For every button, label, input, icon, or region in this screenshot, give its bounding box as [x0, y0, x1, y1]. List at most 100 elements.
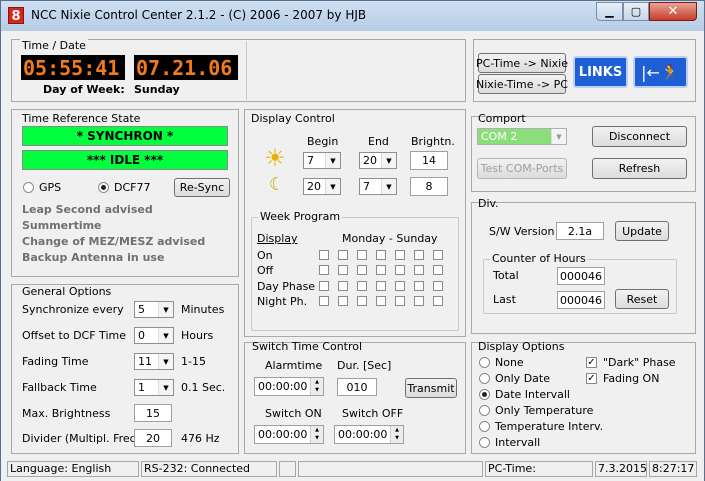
offset-label: Offset to DCF Time [22, 329, 126, 342]
week-day-checkbox[interactable] [319, 281, 329, 291]
chevron-down-icon: ▼ [325, 153, 340, 168]
week-day-checkbox[interactable] [319, 296, 329, 306]
week-day-checkbox[interactable] [376, 281, 386, 291]
week-day-checkbox[interactable] [357, 281, 367, 291]
week-day-checkbox[interactable] [414, 265, 424, 275]
resync-button[interactable]: Re-Sync [174, 178, 230, 197]
week-day-checkbox[interactable] [338, 281, 348, 291]
minimize-button[interactable]: ▁ [596, 2, 623, 21]
spin-down-icon[interactable]: ▼ [311, 386, 323, 394]
week-day-checkbox[interactable] [414, 250, 424, 260]
week-day-checkbox[interactable] [433, 281, 443, 291]
week-day-checkbox[interactable] [357, 250, 367, 260]
refresh-button[interactable]: Refresh [592, 158, 687, 179]
week-day-checkbox[interactable] [433, 265, 443, 275]
pc-to-nixie-button[interactable]: PC-Time -> Nixie [476, 53, 568, 73]
switch-off-spinner[interactable]: 00:00:00 ▲ ▼ [334, 425, 404, 444]
week-row-day-phase: Day Phase [257, 280, 316, 293]
duration-input[interactable]: 010 [337, 378, 377, 396]
week-row-off: Off [257, 264, 274, 277]
interval-radio[interactable] [479, 437, 490, 448]
week-day-checkbox[interactable] [319, 265, 329, 275]
fading-on-checkbox[interactable]: ✓ [586, 373, 597, 384]
none-radio[interactable] [479, 357, 490, 368]
week-day-checkbox[interactable] [338, 296, 348, 306]
offset-select[interactable]: 0 ▼ [134, 327, 174, 344]
gps-radio[interactable] [23, 182, 34, 193]
spin-up-icon[interactable]: ▲ [391, 426, 403, 434]
only-temperature-radio[interactable] [479, 405, 490, 416]
status-empty [279, 461, 296, 477]
week-day-checkbox[interactable] [414, 296, 424, 306]
max-brightness-label: Max. Brightness [22, 407, 111, 420]
chevron-down-icon: ▼ [325, 179, 340, 194]
idle-state-indicator: *** IDLE *** [22, 150, 228, 170]
week-day-checkbox[interactable] [414, 281, 424, 291]
day-brightness-input[interactable]: 14 [410, 151, 448, 170]
close-button[interactable]: ✕ [649, 2, 697, 21]
week-day-checkbox[interactable] [357, 296, 367, 306]
week-day-checkbox[interactable] [376, 296, 386, 306]
app-icon[interactable]: 8 [8, 7, 24, 24]
week-day-checkbox[interactable] [376, 265, 386, 275]
spin-down-icon[interactable]: ▼ [391, 434, 403, 442]
day-end-select[interactable]: 20 ▼ [359, 152, 397, 169]
fading-time-select[interactable]: 11 ▼ [134, 353, 174, 370]
date-interval-radio[interactable] [479, 389, 490, 400]
max-brightness-input[interactable]: 15 [134, 404, 172, 422]
day-of-week-label: Day of Week: [43, 83, 125, 96]
disconnect-button[interactable]: Disconnect [592, 126, 687, 147]
maximize-button[interactable]: ▢ [623, 2, 649, 21]
chevron-down-icon: ▼ [158, 328, 173, 343]
night-brightness-input[interactable]: 8 [410, 177, 448, 196]
spin-down-icon[interactable]: ▼ [311, 434, 323, 442]
week-day-checkbox[interactable] [338, 265, 348, 275]
exit-button[interactable]: |←🏃 [633, 56, 688, 88]
switch-on-spinner[interactable]: 00:00:00 ▲ ▼ [254, 425, 324, 444]
none-label: None [495, 356, 524, 369]
week-day-checkbox[interactable] [395, 265, 405, 275]
transmit-button[interactable]: Transmit [405, 378, 457, 398]
day-begin-select[interactable]: 7 ▼ [303, 152, 341, 169]
week-day-checkbox[interactable] [395, 250, 405, 260]
week-day-checkbox[interactable] [338, 250, 348, 260]
divider-input[interactable]: 20 [134, 429, 172, 447]
fallback-select[interactable]: 1 ▼ [134, 379, 174, 396]
week-day-checkbox[interactable] [319, 250, 329, 260]
only-date-radio[interactable] [479, 373, 490, 384]
links-button[interactable]: LINKS [573, 56, 628, 88]
main-window: 8 NCC Nixie Control Center 2.1.2 - (C) 2… [0, 0, 705, 481]
switch-time-caption: Switch Time Control [252, 340, 363, 353]
week-day-checkbox[interactable] [433, 250, 443, 260]
spin-up-icon[interactable]: ▲ [311, 426, 323, 434]
dark-phase-checkbox[interactable]: ✓ [586, 357, 597, 368]
chevron-down-icon: ▼ [158, 354, 173, 369]
week-day-checkbox[interactable] [376, 250, 386, 260]
div-caption: Div. [478, 197, 499, 210]
comport-select[interactable]: COM 2 ▼ [477, 128, 567, 145]
week-day-checkbox[interactable] [357, 265, 367, 275]
reset-button[interactable]: Reset [615, 289, 669, 309]
temperature-interval-radio[interactable] [479, 421, 490, 432]
week-day-checkbox[interactable] [433, 296, 443, 306]
update-button[interactable]: Update [615, 221, 669, 241]
title-bar[interactable]: 8 NCC Nixie Control Center 2.1.2 - (C) 2… [1, 1, 704, 31]
nixie-to-pc-button[interactable]: Nixie-Time -> PC [476, 74, 568, 94]
night-end-select[interactable]: 7 ▼ [359, 178, 397, 195]
dcf77-radio[interactable] [98, 182, 109, 193]
date-interval-label: Date Intervall [495, 388, 570, 401]
general-options-caption: General Options [22, 285, 112, 298]
test-com-ports-button[interactable]: Test COM-Ports [477, 158, 567, 179]
week-day-checkbox[interactable] [395, 296, 405, 306]
alarmtime-spinner[interactable]: 00:00:00 ▲ ▼ [254, 377, 324, 396]
week-day-checkbox[interactable] [395, 281, 405, 291]
night-begin-select[interactable]: 20 ▼ [303, 178, 341, 195]
status-spacer [298, 461, 483, 477]
sync-every-select[interactable]: 5 ▼ [134, 301, 174, 318]
total-hours-label: Total [493, 269, 519, 282]
week-display-header: Display [257, 232, 298, 245]
fading-on-label: Fading ON [603, 372, 660, 385]
sw-version-value: 2.1a [556, 222, 604, 240]
spin-up-icon[interactable]: ▲ [311, 378, 323, 386]
divider-label: Divider (Multipl. Frequ.) [22, 432, 152, 445]
